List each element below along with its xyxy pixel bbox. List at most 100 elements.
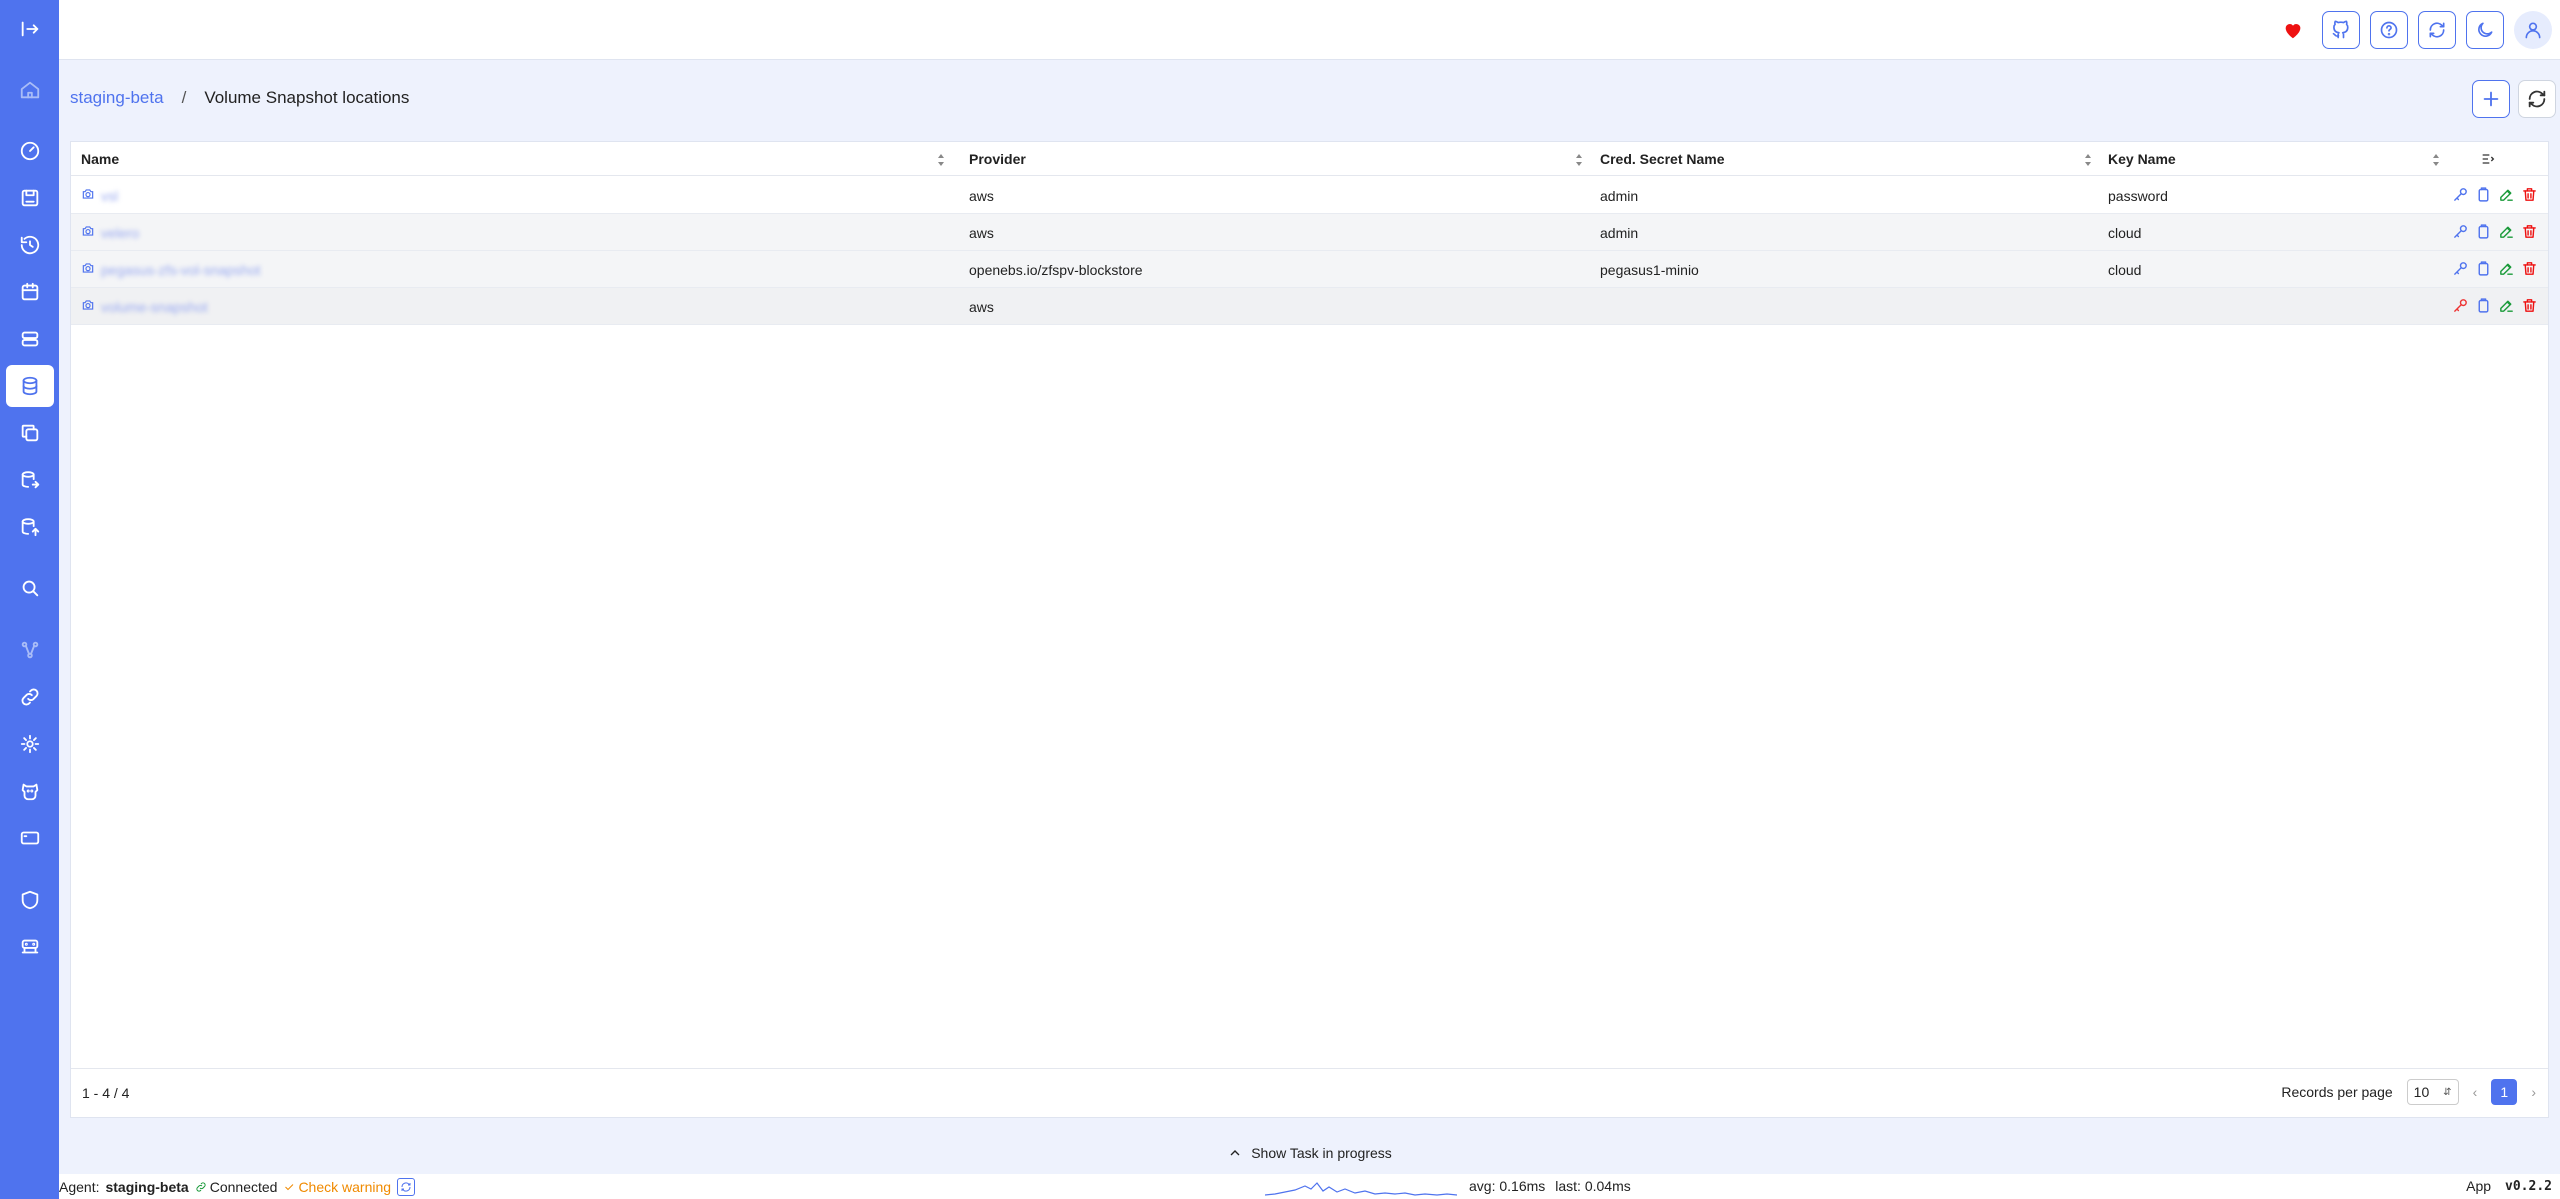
sync-button[interactable] [2418, 11, 2456, 49]
delete-button[interactable] [2521, 260, 2538, 280]
sidebar-item-inspect[interactable] [6, 567, 54, 609]
sidebar-item-storage-locations[interactable] [6, 318, 54, 360]
sidebar-toggle-button[interactable] [6, 8, 54, 50]
column-label: Provider [969, 151, 1026, 167]
edit-icon [2500, 263, 2513, 275]
agent-name: staging-beta [105, 1179, 189, 1195]
copy-button[interactable] [2475, 223, 2492, 243]
copy-button[interactable] [2475, 186, 2492, 206]
shield-icon [21, 890, 39, 910]
refresh-icon [2528, 90, 2546, 108]
copy-button[interactable] [2475, 297, 2492, 317]
column-selector-button[interactable] [2480, 151, 2496, 170]
camera-icon [81, 224, 95, 241]
column-header-provider[interactable]: Provider [959, 142, 1589, 176]
column-header-name[interactable]: Name [71, 142, 951, 176]
sort-icon [937, 153, 945, 166]
location-name[interactable]: volume-snapshot [101, 299, 208, 315]
column-header-key[interactable]: Key Name [2098, 142, 2446, 176]
edit-icon [2500, 189, 2513, 201]
delete-button[interactable] [2521, 223, 2538, 243]
name-cell[interactable]: vsl [71, 177, 118, 214]
sidebar-item-dashboard[interactable] [6, 130, 54, 172]
edit-button[interactable] [2498, 186, 2515, 206]
sidebar-item-backups[interactable] [6, 177, 54, 219]
delete-button[interactable] [2521, 297, 2538, 317]
credentials-button[interactable] [2452, 297, 2469, 317]
page-title: Volume Snapshot locations [204, 88, 410, 107]
copy-button[interactable] [2475, 260, 2492, 280]
agent-label: Agent: [59, 1179, 100, 1195]
delete-button[interactable] [2521, 186, 2538, 206]
credentials-button[interactable] [2452, 223, 2469, 243]
trash-icon [2523, 261, 2536, 275]
sidebar-item-home[interactable] [6, 69, 54, 111]
sidebar-item-security[interactable] [6, 879, 54, 921]
edit-button[interactable] [2498, 260, 2515, 280]
sidebar-item-database-export[interactable] [6, 459, 54, 501]
sparkline-line [1264, 1182, 1458, 1196]
trash-icon [2523, 224, 2536, 238]
prev-page-button[interactable]: ‹ [2473, 1084, 2478, 1100]
moon-icon [2478, 22, 2493, 37]
provider-cell: aws [969, 187, 994, 204]
name-cell[interactable]: pegasus-zfs-vol-snapshot [71, 251, 261, 288]
clipboard-icon [2478, 223, 2489, 239]
sidebar-item-repositories[interactable] [6, 412, 54, 454]
sidebar-item-links[interactable] [6, 676, 54, 718]
refresh-button[interactable] [2518, 80, 2556, 118]
clipboard-icon [2478, 186, 2489, 202]
sidebar-item-settings[interactable] [6, 723, 54, 765]
add-location-button[interactable] [2472, 80, 2510, 118]
edit-button[interactable] [2498, 223, 2515, 243]
sidebar-item-terminal[interactable] [6, 817, 54, 859]
user-menu-button[interactable] [2514, 11, 2552, 49]
provider-cell: aws [969, 298, 994, 315]
provider-cell: aws [969, 224, 994, 241]
column-header-secret[interactable]: Cred. Secret Name [1590, 142, 2098, 176]
check-warning-link[interactable]: Check warning [283, 1179, 391, 1195]
reconnect-button[interactable] [397, 1178, 416, 1196]
name-cell[interactable]: velero [71, 214, 139, 251]
sidebar-item-watchdog[interactable] [6, 770, 54, 812]
latency-last: last: 0.04ms [1555, 1178, 1631, 1194]
sidebar-item-restores[interactable] [6, 224, 54, 266]
column-settings-icon [2482, 154, 2495, 164]
help-button[interactable] [2370, 11, 2408, 49]
page-number-button[interactable]: 1 [2491, 1079, 2518, 1105]
name-cell[interactable]: volume-snapshot [71, 288, 208, 325]
connection-status: Connected [195, 1179, 278, 1195]
connected-label: Connected [209, 1179, 278, 1195]
sidebar-item-database-import[interactable] [6, 506, 54, 548]
sidebar-item-agents[interactable] [6, 926, 54, 968]
next-page-button[interactable]: › [2531, 1084, 2536, 1100]
key-icon [2454, 187, 2467, 201]
clipboard-icon [2478, 260, 2489, 276]
top-toolbar [2274, 11, 2552, 49]
location-name[interactable]: velero [101, 225, 139, 241]
table-row: pegasus-zfs-vol-snapshot openebs.io/zfsp… [71, 251, 2548, 288]
theme-toggle-button[interactable] [2466, 11, 2504, 49]
github-button[interactable] [2322, 11, 2360, 49]
show-tasks-toggle[interactable]: Show Task in progress [59, 1132, 2560, 1174]
key-cell: cloud [2108, 224, 2142, 241]
location-name[interactable]: pegasus-zfs-vol-snapshot [101, 262, 261, 278]
credentials-button[interactable] [2452, 260, 2469, 280]
records-per-page-value: 10 [2413, 1084, 2430, 1100]
provider-cell: openebs.io/zfspv-blockstore [969, 261, 1143, 278]
key-icon [2454, 261, 2467, 275]
credentials-button[interactable] [2452, 186, 2469, 206]
sidebar-item-snapshot-locations[interactable] [6, 365, 54, 407]
gauge-icon [20, 141, 40, 161]
records-per-page-select[interactable]: 10 ⇵ [2406, 1079, 2459, 1105]
location-name[interactable]: vsl [101, 188, 118, 204]
sidebar-item-network[interactable] [6, 629, 54, 671]
database-icon [22, 376, 38, 396]
sidebar-item-schedules[interactable] [6, 271, 54, 313]
breadcrumb-parent-link[interactable]: staging-beta [70, 88, 164, 108]
sponsor-button[interactable] [2274, 11, 2312, 49]
edit-button[interactable] [2498, 297, 2515, 317]
home-icon [20, 81, 40, 99]
column-label: Cred. Secret Name [1600, 151, 1725, 167]
column-label: Name [81, 151, 120, 167]
